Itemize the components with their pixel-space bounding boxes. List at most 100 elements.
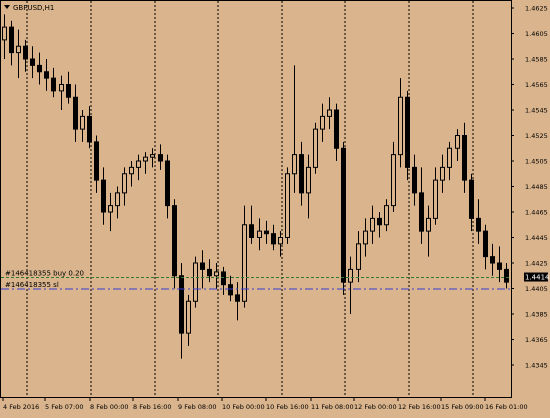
time-tick-label: 5 Feb 07:00 <box>45 403 84 411</box>
candle-body <box>221 271 226 286</box>
time-tick-label: 10 Feb 16:00 <box>266 403 309 411</box>
candle-body <box>16 45 21 54</box>
candle-body <box>497 262 502 270</box>
candle-body <box>235 294 240 302</box>
candle-body <box>186 300 191 334</box>
candle-body <box>172 205 177 277</box>
candle-body <box>356 243 361 270</box>
candle-body <box>129 166 134 175</box>
candle-body <box>370 217 375 232</box>
price-tick-label: 1.4525 <box>525 132 548 140</box>
price-tick-label: 1.4485 <box>525 183 548 191</box>
candle-body <box>264 230 269 235</box>
price-tick-label: 1.4625 <box>525 5 548 13</box>
candle-body <box>207 268 212 277</box>
symbol-title: GBPUSD,H1 <box>13 4 54 12</box>
candle-body <box>2 26 7 41</box>
candle-body <box>122 173 127 194</box>
chart-window: #146418355 buy 0.20 #146418355 sl 1.4625… <box>0 0 550 413</box>
candle-body <box>377 217 382 226</box>
price-tick-label: 1.4345 <box>525 362 548 370</box>
candle-body <box>242 224 247 302</box>
candle-body <box>462 135 467 181</box>
time-tick-label: 16 Feb 01:00 <box>485 403 528 411</box>
candle-body <box>384 205 389 226</box>
candle-body <box>51 77 56 92</box>
candle-body <box>143 156 148 162</box>
candle-body <box>214 271 219 277</box>
candle-body <box>447 147 452 168</box>
price-tick-label: 1.4585 <box>525 56 548 64</box>
price-chart[interactable]: #146418355 buy 0.20 #146418355 sl 1.4625… <box>0 0 550 413</box>
candle <box>341 141 346 295</box>
price-tick-label: 1.4605 <box>525 30 548 38</box>
price-tick-label: 1.4405 <box>525 285 548 293</box>
candle-body <box>44 71 49 79</box>
time-tick-label: 8 Feb 00:00 <box>90 403 129 411</box>
price-tick-label: 1.4385 <box>525 311 548 319</box>
candle-body <box>101 179 106 213</box>
candle-body <box>179 275 184 334</box>
chart-background <box>0 0 550 413</box>
candle-body <box>363 230 368 245</box>
price-tick-label: 1.4545 <box>525 107 548 115</box>
candle <box>313 122 318 174</box>
candle-body <box>299 154 304 194</box>
candle-body <box>313 128 318 168</box>
candle-body <box>327 109 332 117</box>
price-tick-label: 1.4445 <box>525 234 548 242</box>
candle <box>172 199 177 289</box>
candle-body <box>419 192 424 232</box>
candle-body <box>73 96 78 130</box>
candle-body <box>391 154 396 207</box>
candle-body <box>292 154 297 175</box>
candle-body <box>9 26 14 54</box>
time-tick-label: 12 Feb 16:00 <box>398 403 441 411</box>
price-tick-label: 1.4505 <box>525 158 548 166</box>
candle-body <box>115 192 120 207</box>
candle-body <box>37 64 42 73</box>
price-tick-label: 1.4365 <box>525 336 548 344</box>
candle-body <box>455 135 460 149</box>
candle-body <box>405 96 410 168</box>
candle-body <box>136 160 141 168</box>
candle-body <box>426 217 431 232</box>
candle-body <box>483 230 488 258</box>
candle-body <box>469 179 474 219</box>
candle-body <box>271 233 276 245</box>
time-tick-label: 11 Feb 08:00 <box>311 403 354 411</box>
candle-body <box>504 268 509 283</box>
time-tick-label: 15 Feb 09:00 <box>441 403 484 411</box>
time-tick-label: 9 Feb 08:00 <box>178 403 217 411</box>
candle-body <box>341 147 346 283</box>
time-tick-label: 4 Feb 2016 <box>3 403 39 411</box>
candle-body <box>23 45 28 60</box>
candle-body <box>80 115 85 130</box>
candle-body <box>433 179 438 219</box>
candle-body <box>30 58 35 66</box>
candle-body <box>278 237 283 245</box>
candle-body <box>158 154 163 162</box>
time-tick-label: 12 Feb 00:00 <box>354 403 397 411</box>
candle-body <box>200 262 205 270</box>
candle-body <box>193 262 198 302</box>
candle-body <box>306 166 311 194</box>
current-price-label: 1.4414 <box>525 274 550 282</box>
candle-body <box>94 141 99 181</box>
candle-body <box>440 166 445 181</box>
candle <box>193 256 198 308</box>
stop-loss-label: #146418355 sl <box>5 281 59 289</box>
time-tick-label: 10 Feb 00:00 <box>222 403 265 411</box>
candle-body <box>398 96 403 156</box>
candle-body <box>348 268 353 283</box>
candle-body <box>334 109 339 149</box>
candle <box>285 167 290 244</box>
candle-body <box>249 224 254 238</box>
buy-order-label: #146418355 buy 0.20 <box>5 270 84 278</box>
price-tick-label: 1.4565 <box>525 81 548 89</box>
candle <box>405 90 410 181</box>
candle-body <box>150 154 155 158</box>
price-tick-label: 1.4425 <box>525 260 548 268</box>
candle-body <box>320 115 325 130</box>
candle-body <box>257 230 262 238</box>
